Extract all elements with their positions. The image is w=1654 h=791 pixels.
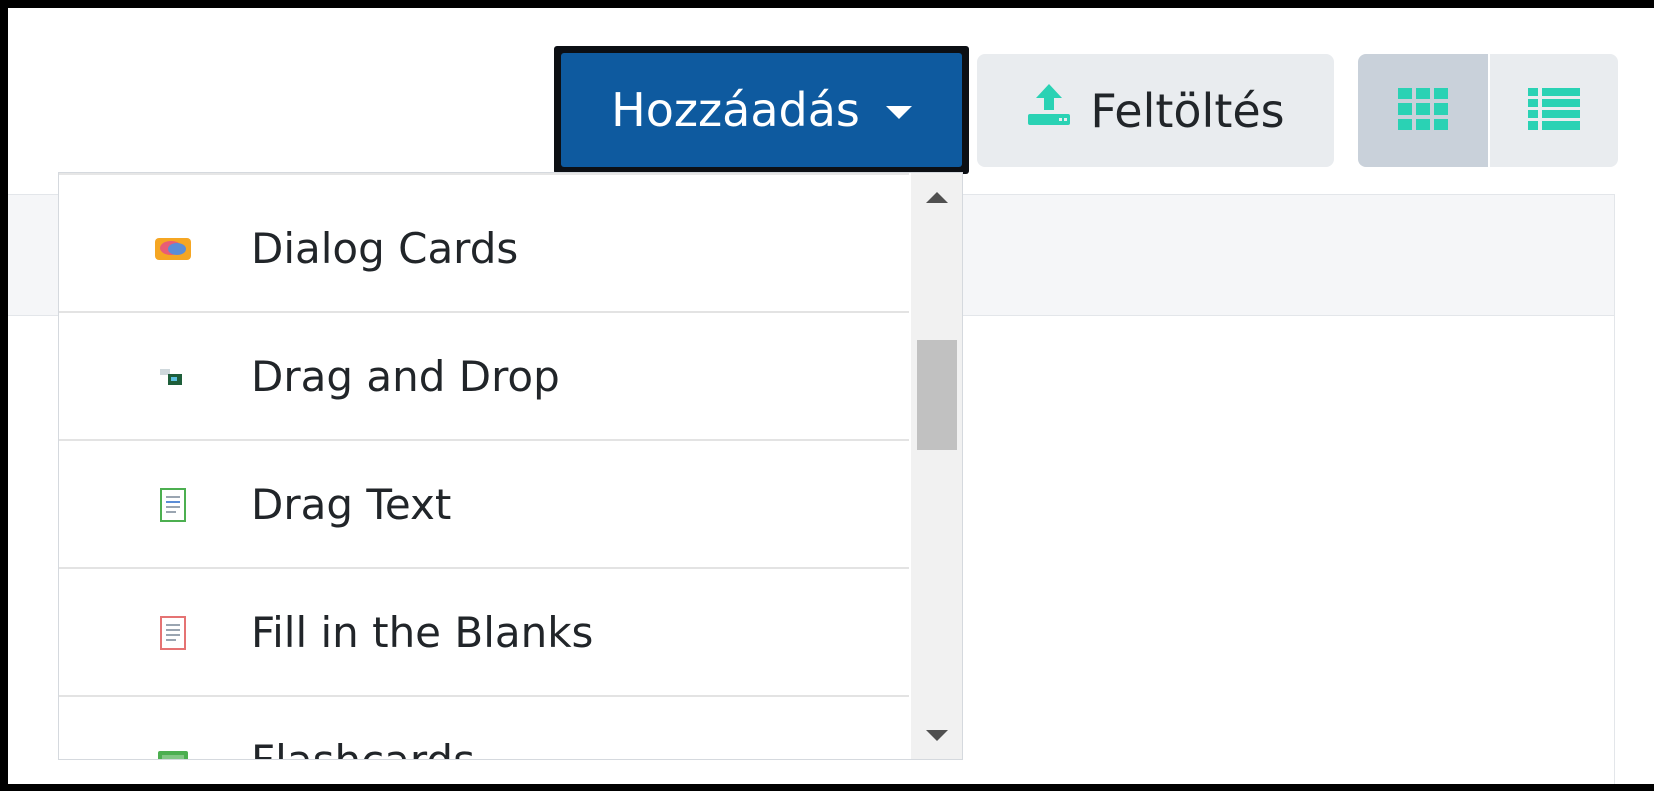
menu-item-label: Drag Text [251, 480, 452, 529]
scroll-down-arrow-icon[interactable] [911, 715, 962, 755]
content-type-list: Dialog Cards Drag and Drop Drag Text Fil… [59, 173, 909, 759]
add-button-label: Hozzáadás [611, 83, 860, 137]
grid-icon [1398, 87, 1448, 134]
menu-item-drag-and-drop[interactable]: Drag and Drop [59, 314, 909, 441]
scroll-thumb[interactable] [917, 340, 957, 450]
grid-view-button[interactable] [1358, 54, 1488, 167]
menu-item-label: Dialog Cards [251, 224, 519, 273]
upload-button-label: Feltöltés [1090, 83, 1285, 138]
content-type-dropdown: Dialog Cards Drag and Drop Drag Text Fil… [58, 172, 963, 760]
upload-icon [1026, 82, 1072, 139]
upload-button[interactable]: Feltöltés [977, 54, 1334, 167]
scroll-up-arrow-icon[interactable] [911, 177, 962, 217]
drag-and-drop-icon [153, 357, 193, 397]
add-dropdown-button[interactable]: Hozzáadás [554, 46, 969, 174]
menu-item-label: Flashcards [251, 736, 475, 759]
drag-text-icon [153, 485, 193, 525]
list-view-button[interactable] [1490, 54, 1618, 167]
menu-item-flashcards[interactable]: Flashcards [59, 698, 909, 759]
dialog-cards-icon [153, 229, 193, 269]
flashcards-icon [153, 741, 193, 759]
menu-item-label: Fill in the Blanks [251, 608, 594, 657]
caret-down-icon [885, 105, 912, 119]
menu-item-fill-in-the-blanks[interactable]: Fill in the Blanks [59, 570, 909, 697]
menu-item-label: Drag and Drop [251, 352, 560, 401]
list-icon [1528, 87, 1580, 134]
dropdown-scrollbar[interactable] [911, 173, 962, 759]
fill-in-the-blanks-icon [153, 613, 193, 653]
menu-item-drag-text[interactable]: Drag Text [59, 442, 909, 569]
menu-item-dialog-cards[interactable]: Dialog Cards [59, 186, 909, 313]
